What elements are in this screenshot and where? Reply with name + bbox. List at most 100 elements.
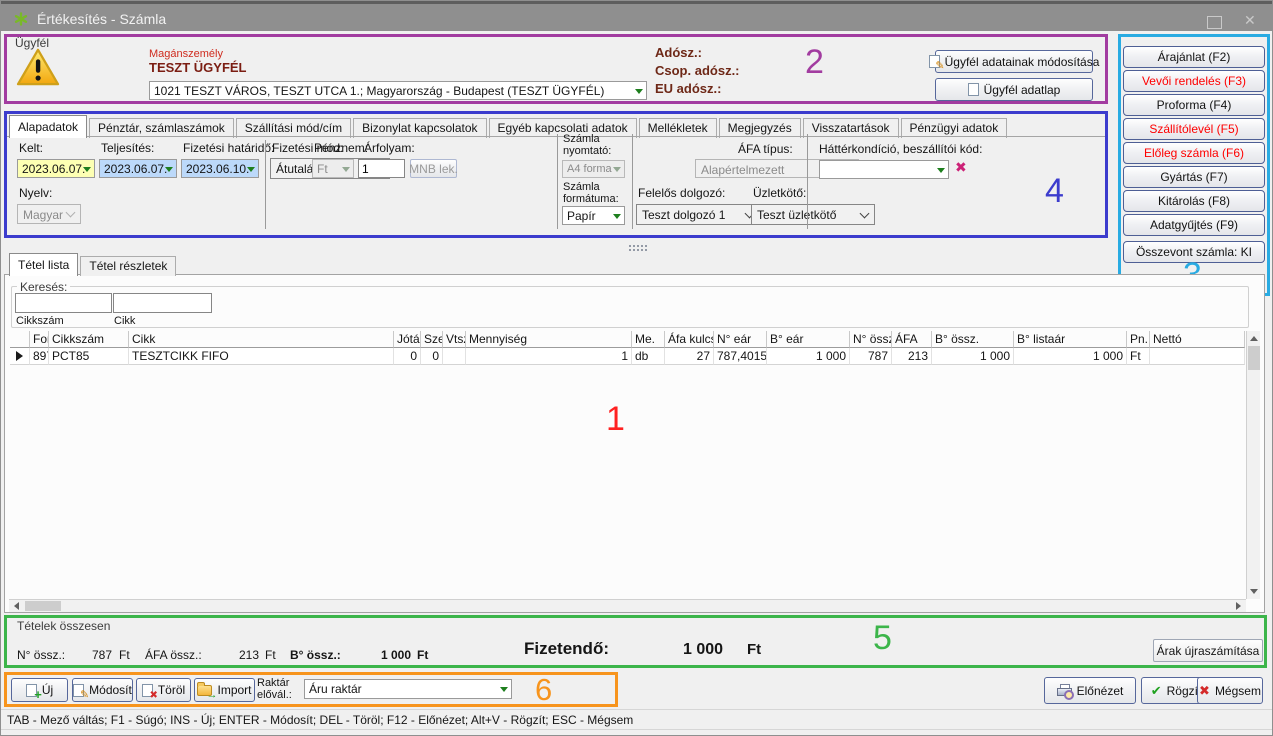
- scrollbar-thumb[interactable]: [25, 601, 61, 611]
- items-tab[interactable]: Tétel lista: [9, 253, 78, 276]
- column-header[interactable]: Jótállás: [394, 331, 421, 348]
- cell: 0: [394, 348, 421, 365]
- clear-x-icon[interactable]: ✖: [955, 161, 967, 174]
- szamla-formatum-label: Számla: [563, 181, 600, 193]
- scroll-up-icon[interactable]: [1250, 336, 1258, 341]
- nyelv-combo[interactable]: Magyar: [17, 204, 81, 224]
- uzletkoto-label: Üzletkötő:: [753, 187, 806, 200]
- scroll-right-icon[interactable]: [1236, 602, 1241, 610]
- edit-customer-button[interactable]: ✎ Ügyfél adatainak módosítása: [935, 50, 1093, 73]
- cancel-button[interactable]: ✖ Mégsem: [1197, 677, 1263, 704]
- form-tab[interactable]: Mellékletek: [639, 118, 717, 138]
- search-cikk-input[interactable]: [113, 293, 212, 313]
- net-total-label: N° össz.:: [17, 649, 65, 662]
- close-button[interactable]: ✕: [1244, 13, 1256, 27]
- szamla-formatum-combo[interactable]: Papír: [562, 206, 625, 225]
- column-header[interactable]: Me.: [632, 331, 665, 348]
- column-header[interactable]: Pn.: [1127, 331, 1150, 348]
- sidebar-button[interactable]: Gyártás (F7): [1123, 166, 1265, 188]
- uzletkoto-combo[interactable]: Teszt üzletkötő: [751, 204, 875, 225]
- column-header[interactable]: Mennyiség: [466, 331, 632, 348]
- szamla-nyomtato-combo[interactable]: A4 forma: [562, 160, 625, 178]
- form-tab[interactable]: Visszatartások: [803, 118, 899, 138]
- column-header[interactable]: B° listaár: [1014, 331, 1127, 348]
- kelt-combo[interactable]: 2023.06.07.: [17, 159, 95, 178]
- hatarido-combo[interactable]: 2023.06.10.: [181, 159, 259, 178]
- column-header[interactable]: B° össz.: [932, 331, 1014, 348]
- table-body: 897PCT85TESZTCIKK FIFO001db27787,401571 …: [10, 348, 1245, 365]
- column-header[interactable]: B° eár: [767, 331, 850, 348]
- status-bar: TAB - Mező váltás; F1 - Súgó; INS - Új; …: [1, 709, 1273, 730]
- form-tab[interactable]: Megjegyzés: [719, 118, 801, 138]
- modify-item-button[interactable]: ✎ Módosít: [72, 678, 133, 702]
- form-tab[interactable]: Alapadatok: [9, 115, 87, 138]
- column-header[interactable]: Cikkszám: [49, 331, 129, 348]
- table-row[interactable]: 897PCT85TESZTCIKK FIFO001db27787,401571 …: [10, 348, 1245, 365]
- table-header-row: ForrásCikkszámCikkJótállásSzervVtsz/SMen…: [10, 331, 1245, 348]
- sidebar-button[interactable]: Szállítólevél (F5): [1123, 118, 1265, 140]
- form-tab[interactable]: Bizonylat kapcsolatok: [353, 118, 486, 138]
- form-tab-strip: AlapadatokPénztár, számlaszámokSzállítás…: [9, 115, 1009, 138]
- penznem-combo[interactable]: Ft: [312, 159, 354, 178]
- delete-item-button[interactable]: ✖ Töröl: [136, 678, 191, 702]
- hatterkondicio-combo[interactable]: [819, 160, 949, 179]
- recalculate-prices-button[interactable]: Árak újraszámítása: [1153, 639, 1263, 662]
- sidebar-button[interactable]: Proforma (F4): [1123, 94, 1265, 116]
- column-header[interactable]: [10, 331, 30, 348]
- sidebar-button[interactable]: Kitárolás (F8): [1123, 190, 1265, 212]
- sidebar-button[interactable]: Előleg számla (F6): [1123, 142, 1265, 164]
- preview-button[interactable]: Előnézet: [1044, 677, 1136, 704]
- scroll-down-icon[interactable]: [1250, 589, 1258, 594]
- customer-datasheet-button[interactable]: Ügyfél adatlap: [935, 78, 1093, 101]
- customer-address-value: 1021 TESZT VÁROS, TESZT UTCA 1.; Magyaro…: [154, 84, 604, 98]
- search-cikkszam-input[interactable]: [15, 293, 112, 313]
- splitter-grip[interactable]: [628, 244, 648, 251]
- eu-tax-number-label: EU adósz.:: [655, 82, 721, 95]
- teljesites-combo[interactable]: 2023.06.07.: [99, 159, 177, 178]
- cell: 1 000: [932, 348, 1014, 365]
- sidebar-button[interactable]: Adatgyűjtés (F9): [1123, 214, 1265, 236]
- horizontal-scrollbar[interactable]: [9, 599, 1246, 612]
- edit-page-icon: ✎: [73, 684, 84, 697]
- sidebar-button[interactable]: Árajánlat (F2): [1123, 46, 1265, 68]
- column-header[interactable]: N° eár: [714, 331, 767, 348]
- column-header[interactable]: Cikk: [129, 331, 394, 348]
- form-tab[interactable]: Szállítási mód/cím: [236, 118, 351, 138]
- scrollbar-thumb[interactable]: [1248, 346, 1260, 370]
- x-icon: ✖: [1199, 684, 1210, 697]
- field-separator: [557, 134, 558, 229]
- cell: 0: [421, 348, 443, 365]
- items-tab[interactable]: Tétel részletek: [80, 256, 176, 276]
- column-header[interactable]: Nettó: [1150, 331, 1245, 348]
- felelos-dolgozo-combo[interactable]: Teszt dolgozó 1: [636, 204, 760, 225]
- vertical-scrollbar[interactable]: [1246, 331, 1260, 599]
- form-tab[interactable]: Pénzügyi adatok: [901, 118, 1008, 138]
- customer-type: Magánszemély: [149, 48, 223, 60]
- arfolyam-input[interactable]: [358, 159, 405, 178]
- dropdown-arrow-icon: [635, 89, 643, 94]
- tax-number-label: Adósz.:: [655, 46, 702, 59]
- customer-address-combo[interactable]: 1021 TESZT VÁROS, TESZT UTCA 1.; Magyaro…: [149, 81, 647, 100]
- column-header[interactable]: Áfa kulcs: [665, 331, 714, 348]
- form-tab[interactable]: Pénztár, számlaszámok: [89, 118, 234, 138]
- mnb-rate-button[interactable]: MNB lek.: [410, 159, 457, 178]
- check-icon: ✔: [1151, 684, 1162, 697]
- column-header[interactable]: Vtsz/S: [443, 331, 466, 348]
- totals-section: Tételek összesen N° össz.: 787 Ft ÁFA ös…: [4, 615, 1267, 668]
- net-total-value: 787: [62, 649, 112, 662]
- warehouse-combo[interactable]: Áru raktár: [304, 679, 512, 699]
- import-button[interactable]: → Import: [194, 678, 255, 702]
- sidebar-button[interactable]: Vevői rendelés (F3): [1123, 70, 1265, 92]
- new-item-button[interactable]: + Új: [11, 678, 68, 702]
- column-header[interactable]: N° össz.: [850, 331, 892, 348]
- dropdown-arrow-icon: [342, 167, 350, 172]
- column-header[interactable]: Szerv: [421, 331, 443, 348]
- scroll-left-icon[interactable]: [14, 602, 19, 610]
- window-title: Értékesítés - Számla: [37, 11, 166, 27]
- arfolyam-label: Árfolyam:: [364, 142, 415, 155]
- column-header[interactable]: Forrás: [30, 331, 49, 348]
- afa-tipus-label: ÁFA típus:: [738, 143, 793, 156]
- maximize-button[interactable]: [1207, 16, 1222, 29]
- column-header[interactable]: ÁFA: [892, 331, 932, 348]
- cell: 27: [665, 348, 714, 365]
